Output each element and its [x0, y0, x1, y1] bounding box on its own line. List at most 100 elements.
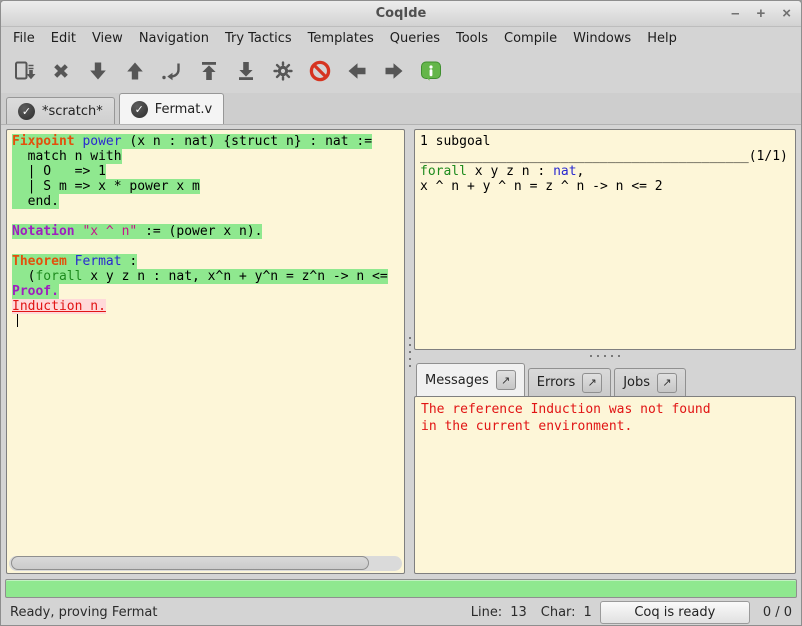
messages-pane[interactable]: The reference Induction was not foundin … — [414, 396, 796, 574]
tab-label: Jobs — [623, 375, 650, 390]
tab-jobs[interactable]: Jobs ↗ — [614, 368, 686, 396]
close-icon[interactable] — [46, 56, 76, 86]
goals-pane[interactable]: 1 subgoal_______________________________… — [414, 129, 796, 350]
about-icon[interactable] — [416, 56, 446, 86]
code-line: end. — [7, 194, 404, 209]
detach-icon[interactable]: ↗ — [496, 370, 516, 390]
menu-help[interactable]: Help — [639, 29, 685, 48]
goto-end-icon[interactable] — [231, 56, 261, 86]
code-line: Induction n. — [7, 299, 404, 314]
message-tab-bar: Messages ↗ Errors ↗ Jobs ↗ — [414, 362, 796, 396]
interrupt-icon[interactable] — [305, 56, 335, 86]
code-segment — [67, 254, 75, 269]
toolbar — [1, 49, 801, 93]
goal-segment: ________________________________________… — [420, 149, 749, 164]
right-column: 1 subgoal_______________________________… — [414, 129, 796, 574]
next-occurrence-icon[interactable] — [379, 56, 409, 86]
detach-icon[interactable]: ↗ — [582, 373, 602, 393]
code-highlight: match n with — [12, 149, 122, 164]
tab-label: Errors — [537, 375, 575, 390]
char-value: 1 — [584, 605, 592, 620]
minimize-button[interactable]: – — [731, 6, 739, 21]
menu-queries[interactable]: Queries — [382, 29, 448, 48]
code-line: Notation "x ^ n" := (power x n). — [7, 224, 404, 239]
tab-label: *scratch* — [42, 104, 103, 119]
code-segment: forall — [35, 269, 82, 284]
menu-navigation[interactable]: Navigation — [131, 29, 217, 48]
code-highlight: end. — [12, 194, 59, 209]
splitter-handle-icon — [590, 355, 620, 357]
tab-errors[interactable]: Errors ↗ — [528, 368, 611, 396]
menu-windows[interactable]: Windows — [565, 29, 639, 48]
goal-segment: x ^ n + y ^ n = z ^ n -> n <= 2 — [420, 179, 663, 194]
detach-icon[interactable]: ↗ — [657, 373, 677, 393]
goal-segment: (1/1) — [749, 149, 788, 164]
code-segment: Fixpoint — [12, 134, 75, 149]
code-editor[interactable]: Fixpoint power (x n : nat) {struct n} : … — [7, 130, 404, 555]
code-segment: ( — [12, 269, 35, 284]
coqide-window: CoqIde – + × FileEditViewNavigationTry Tac… — [0, 0, 802, 626]
menu-file[interactable]: File — [5, 29, 43, 48]
text-cursor — [17, 314, 18, 327]
save-icon[interactable] — [9, 56, 39, 86]
title-bar[interactable]: CoqIde – + × — [1, 1, 801, 27]
goal-line: x ^ n + y ^ n = z ^ n -> n <= 2 — [415, 179, 795, 194]
step-backward-icon[interactable] — [120, 56, 150, 86]
window-title: CoqIde — [376, 6, 427, 21]
goal-segment: , — [577, 164, 585, 179]
status-text: Ready, proving Fermat — [10, 605, 157, 620]
tab-label: Fermat.v — [155, 102, 212, 117]
restart-icon[interactable] — [194, 56, 224, 86]
checkmark-icon: ✓ — [18, 103, 35, 120]
status-bar: Ready, proving Fermat Line: 13 Char: 1 C… — [1, 599, 801, 625]
menu-tools[interactable]: Tools — [448, 29, 496, 48]
scrollbar-thumb[interactable] — [11, 556, 369, 570]
step-forward-icon[interactable] — [83, 56, 113, 86]
code-line: Proof. — [7, 284, 404, 299]
goto-cursor-icon[interactable] — [157, 56, 187, 86]
tab-scratch[interactable]: ✓ *scratch* — [6, 97, 115, 124]
script-editor-pane: Fixpoint power (x n : nat) {struct n} : … — [6, 129, 405, 574]
code-highlight: Theorem Fermat : — [12, 254, 137, 269]
code-highlight: | O => 1 — [12, 164, 106, 179]
menu-try-tactics[interactable]: Try Tactics — [217, 29, 300, 48]
tab-fermat-v[interactable]: ✓ Fermat.v — [119, 93, 224, 124]
progress-bar — [5, 579, 797, 598]
coq-state-indicator[interactable]: Coq is ready — [600, 601, 750, 624]
code-line: | S m => x * power x m — [7, 179, 404, 194]
menu-templates[interactable]: Templates — [300, 29, 382, 48]
close-button[interactable]: × — [782, 6, 791, 21]
code-segment: "x ^ n" — [82, 224, 137, 239]
code-highlight: Induction n. — [12, 299, 106, 314]
horizontal-splitter[interactable] — [414, 350, 796, 362]
vertical-splitter[interactable] — [405, 129, 414, 574]
code-segment: Fermat — [75, 254, 122, 269]
status-right: Line: 13 Char: 1 Coq is ready 0 / 0 — [457, 601, 792, 624]
previous-occurrence-icon[interactable] — [342, 56, 372, 86]
preferences-icon[interactable] — [268, 56, 298, 86]
code-segment: end. — [12, 194, 59, 209]
char-label: Char: — [541, 605, 576, 620]
splitter-handle-icon — [409, 337, 411, 367]
maximize-button[interactable]: + — [756, 6, 765, 21]
tab-messages[interactable]: Messages ↗ — [416, 363, 525, 396]
code-line — [7, 314, 404, 329]
goal-line: 1 subgoal — [415, 134, 795, 149]
message-line: The reference Induction was not found — [415, 401, 795, 418]
code-highlight: (forall x y z n : nat, x^n + y^n = z^n -… — [12, 269, 388, 284]
horizontal-scrollbar[interactable] — [9, 556, 402, 571]
menu-view[interactable]: View — [84, 29, 131, 48]
menu-compile[interactable]: Compile — [496, 29, 565, 48]
code-highlight: Notation "x ^ n" := (power x n). — [12, 224, 262, 239]
tab-label: Messages — [425, 373, 489, 388]
goal-segment: 1 subgoal — [420, 134, 490, 149]
code-highlight: Proof. — [12, 284, 59, 299]
goal-segment: forall — [420, 164, 467, 179]
main-area: Fixpoint power (x n : nat) {struct n} : … — [1, 125, 801, 577]
window-controls: – + × — [731, 1, 791, 26]
code-line: Theorem Fermat : — [7, 254, 404, 269]
menu-edit[interactable]: Edit — [43, 29, 84, 48]
code-segment: x y z n : nat, x^n + y^n = z^n -> n <= — [82, 269, 387, 284]
message-line: in the current environment. — [415, 418, 795, 435]
checkmark-icon: ✓ — [131, 101, 148, 118]
